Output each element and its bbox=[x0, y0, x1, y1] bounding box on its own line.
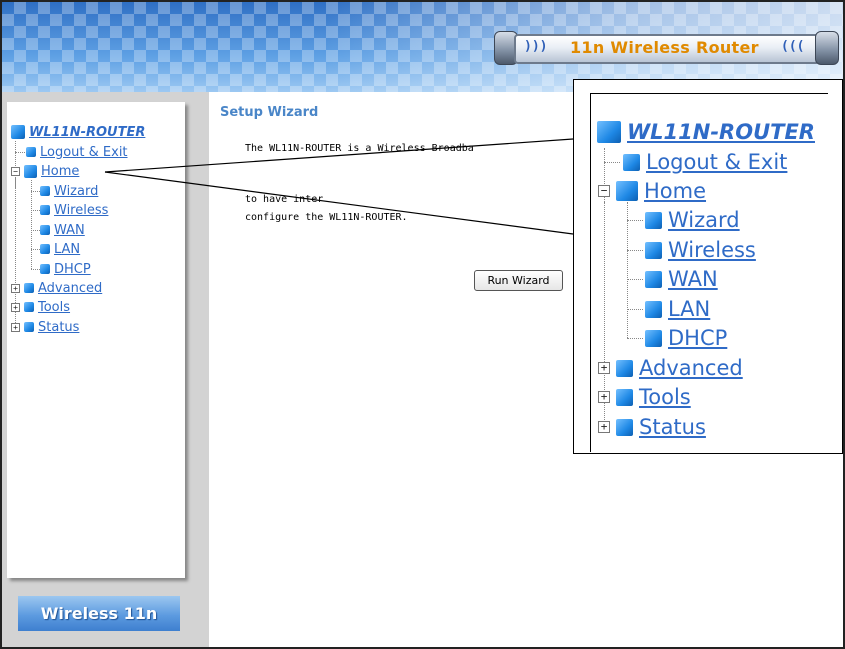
zoom-item-lan[interactable]: LAN bbox=[645, 295, 710, 323]
zoom-item-label[interactable]: Wireless bbox=[668, 238, 756, 262]
page-icon bbox=[645, 329, 662, 347]
zoom-item-status[interactable]: + Status bbox=[598, 413, 706, 441]
zoom-item-label[interactable]: DHCP bbox=[668, 326, 727, 350]
zoom-inner-border bbox=[590, 93, 828, 94]
zoom-item-wizard[interactable]: Wizard bbox=[645, 206, 740, 234]
tree-connector bbox=[627, 279, 643, 280]
zoom-item-label[interactable]: Wizard bbox=[668, 208, 740, 232]
tree-connector bbox=[627, 220, 643, 221]
tree-connector bbox=[627, 202, 628, 338]
callout-line-top bbox=[104, 138, 574, 173]
folder-icon bbox=[623, 153, 640, 171]
tree-connector bbox=[627, 338, 643, 339]
zoom-item-wireless[interactable]: Wireless bbox=[645, 236, 756, 264]
page-icon bbox=[645, 211, 662, 229]
screenshot-frame: ))) 11n Wireless Router ((( WL11N-ROUTER… bbox=[0, 0, 845, 649]
tree-connector bbox=[627, 250, 643, 251]
zoom-item-label[interactable]: LAN bbox=[668, 297, 710, 321]
zoom-item-label[interactable]: WAN bbox=[668, 267, 718, 291]
tree-connector bbox=[604, 162, 620, 163]
folder-icon bbox=[616, 388, 633, 406]
router-icon bbox=[597, 121, 621, 143]
zoom-inner-border bbox=[590, 93, 591, 452]
expand-icon[interactable]: + bbox=[598, 391, 610, 403]
zoom-item-home[interactable]: − Home bbox=[598, 177, 706, 205]
zoom-item-label[interactable]: Logout & Exit bbox=[646, 150, 787, 174]
zoom-item-label[interactable]: Status bbox=[639, 415, 706, 439]
page-icon bbox=[645, 300, 662, 318]
zoom-tree-root[interactable]: WL11N-ROUTER bbox=[597, 118, 815, 146]
zoom-item-dhcp[interactable]: DHCP bbox=[645, 324, 727, 352]
expand-icon[interactable]: + bbox=[598, 362, 610, 374]
zoom-item-wan[interactable]: WAN bbox=[645, 265, 718, 293]
zoom-item-label[interactable]: Tools bbox=[639, 385, 691, 409]
page-icon bbox=[645, 241, 662, 259]
tree-connector bbox=[627, 309, 643, 310]
callout-line-bottom bbox=[104, 171, 574, 235]
page-icon bbox=[645, 270, 662, 288]
zoom-item-tools[interactable]: + Tools bbox=[598, 383, 691, 411]
zoom-tree-root-label[interactable]: WL11N-ROUTER bbox=[627, 120, 815, 144]
folder-icon bbox=[616, 359, 633, 377]
zoom-item-label[interactable]: Advanced bbox=[639, 356, 743, 380]
zoom-item-advanced[interactable]: + Advanced bbox=[598, 354, 743, 382]
zoom-item-label[interactable]: Home bbox=[644, 179, 706, 203]
router-icon bbox=[616, 181, 638, 201]
expand-icon[interactable]: + bbox=[598, 421, 610, 433]
folder-icon bbox=[616, 418, 633, 436]
zoom-item-logout[interactable]: Logout & Exit bbox=[623, 148, 787, 176]
collapse-icon[interactable]: − bbox=[598, 185, 610, 197]
